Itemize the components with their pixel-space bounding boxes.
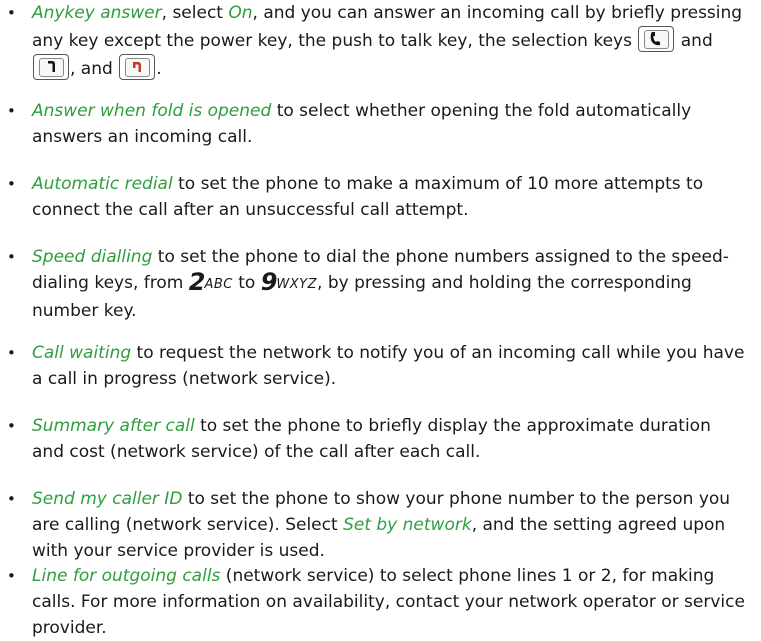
bullet: • [7,102,16,120]
bullet: • [7,248,16,266]
list-item-automatic-redial: • Automatic redial to set the phone to m… [0,171,761,223]
key-letters: WXYZ [276,277,318,292]
option-term: Set by network [343,515,472,535]
bullet: • [7,4,16,22]
bullet: • [7,567,16,585]
option-term: On [228,3,253,23]
setting-term: Answer when fold is opened [32,101,272,121]
end-key-icon [119,54,156,80]
key-digit: 9 [260,268,278,296]
key-letters: ABC [204,277,233,292]
bullet: • [7,490,16,508]
setting-term: Call waiting [32,343,132,363]
bullet: • [7,175,16,193]
key-9wxyz-icon: 9WXYZ [261,270,318,294]
list-item-call-waiting: • Call waiting to request the network to… [0,340,761,392]
setting-term: Anykey answer [32,3,162,23]
setting-term: Send my caller ID [32,489,183,509]
key-digit: 2 [188,268,206,296]
setting-term: Summary after call [32,416,195,436]
list-item-summary-after-call: • Summary after call to set the phone to… [0,413,761,465]
setting-term: Speed dialling [32,247,153,267]
right-selection-key-icon [33,54,69,80]
setting-term: Line for outgoing calls [32,566,221,586]
manual-page: • Anykey answer, select On, and you can … [0,0,761,641]
list-item-speed-dialling: • Speed dialling to set the phone to dia… [0,244,761,324]
key-2abc-icon: 2ABC [189,270,233,294]
bullet: • [7,344,16,362]
list-item-anykey-answer: • Anykey answer, select On, and you can … [0,0,761,82]
list-item-line-for-outgoing-calls: • Line for outgoing calls (network servi… [0,563,761,641]
bullet: • [7,417,16,435]
item-text: and [675,31,713,51]
call-key-icon [638,26,675,52]
item-text: , and [70,59,119,79]
item-text: . [156,59,162,79]
item-text: to [232,273,261,293]
list-item-answer-when-fold-opened: • Answer when fold is opened to select w… [0,98,761,150]
setting-term: Automatic redial [32,174,173,194]
list-item-send-my-caller-id: • Send my caller ID to set the phone to … [0,486,761,564]
item-text: to request the network to notify you of … [32,343,745,389]
item-text: , select [161,3,229,23]
